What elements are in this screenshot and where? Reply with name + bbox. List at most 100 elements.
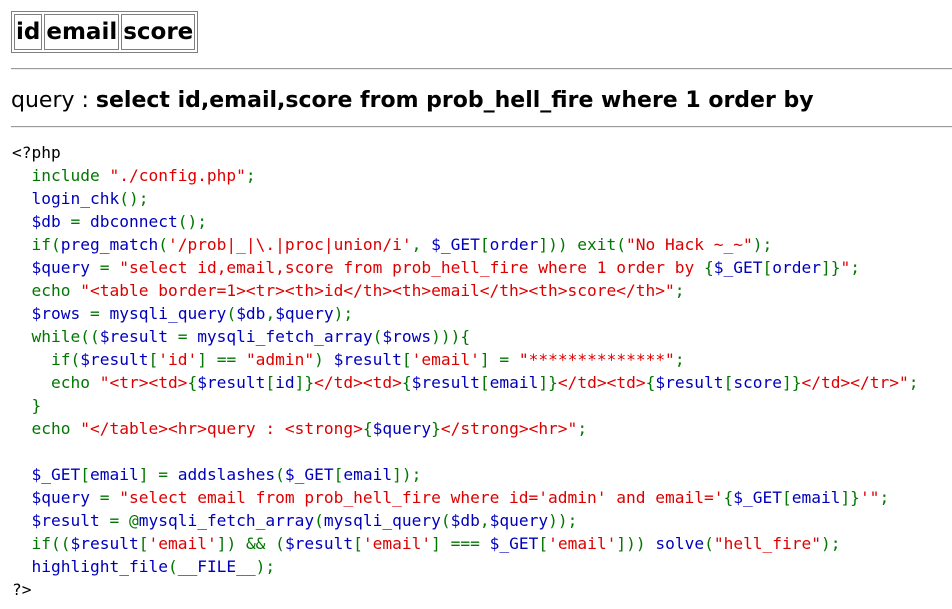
code-token: { xyxy=(645,373,656,392)
code-token: $_GET xyxy=(733,488,782,507)
code-token: $db xyxy=(236,304,266,323)
code-token: ]} xyxy=(840,488,860,507)
code-token: id xyxy=(275,373,295,392)
code-token: "admin" xyxy=(245,350,315,369)
code-token: $_GET xyxy=(31,465,81,484)
code-token: (); xyxy=(119,189,149,208)
code-token: ( xyxy=(158,235,168,254)
code-token: ; xyxy=(879,488,890,507)
code-token: ]} xyxy=(538,373,558,392)
code-token: order xyxy=(772,258,821,277)
code-token: echo xyxy=(12,419,81,438)
code-token: [ xyxy=(80,465,90,484)
code-token: $query xyxy=(372,419,432,438)
code-token: highlight_file xyxy=(31,557,168,576)
code-token: $query xyxy=(31,258,100,277)
code-token: ( xyxy=(440,511,451,530)
code-token: ]} xyxy=(820,258,841,277)
code-token: $db xyxy=(450,511,480,530)
code-line: if(($result['email']) && ($result['email… xyxy=(12,532,919,555)
code-token: { xyxy=(723,488,734,507)
code-line: echo "<tr><td>{$result[id]}</td><td>{$re… xyxy=(12,371,919,394)
code-token: [ xyxy=(538,534,549,553)
code-token: $db xyxy=(31,212,71,231)
code-line: if(preg_match('/prob|_|\.|proc|union/i',… xyxy=(12,233,919,256)
code-token: ; xyxy=(908,373,919,392)
code-token: = xyxy=(99,258,120,277)
code-token: )); xyxy=(548,511,578,530)
code-token: "**************" xyxy=(518,350,675,369)
code-token: $result xyxy=(197,373,266,392)
code-token: [ xyxy=(781,488,792,507)
code-token: [ xyxy=(479,373,490,392)
code-token: ]} xyxy=(294,373,315,392)
code-token: ] == xyxy=(197,350,246,369)
code-token: [ xyxy=(148,350,159,369)
code-line: $_GET[email] = addslashes($_GET[email]); xyxy=(12,463,919,486)
code-token: email xyxy=(343,465,393,484)
code-token: = xyxy=(89,304,110,323)
code-token: , xyxy=(265,304,276,323)
code-token: if( xyxy=(12,235,61,254)
code-token: { xyxy=(187,373,198,392)
code-token: order xyxy=(489,235,539,254)
code-line: ?> xyxy=(12,578,919,601)
code-token: $result xyxy=(80,350,149,369)
code-token: [ xyxy=(723,373,734,392)
code-token: } xyxy=(431,419,441,438)
code-token: solve xyxy=(655,534,705,553)
header-email: email xyxy=(44,14,120,50)
code-line: $db = dbconnect(); xyxy=(12,210,919,233)
code-token: (); xyxy=(177,212,207,231)
code-token: $result xyxy=(99,327,178,346)
code-token: [ xyxy=(353,534,363,553)
code-token: </td><td> xyxy=(557,373,646,392)
code-token: while(( xyxy=(12,327,100,346)
code-token: ); xyxy=(752,235,773,254)
code-token: </td><td> xyxy=(314,373,402,392)
query-text: select id,email,score from prob_hell_fir… xyxy=(95,88,814,113)
code-token: login_chk xyxy=(31,189,120,208)
code-token: </td></tr>" xyxy=(801,373,909,392)
code-token: $result xyxy=(411,373,480,392)
code-token: ); xyxy=(333,304,354,323)
code-token: ( xyxy=(167,557,178,576)
code-line: $result = @mysqli_fetch_array(mysqli_que… xyxy=(12,509,919,532)
code-token: = @ xyxy=(109,511,139,530)
code-token: ] = xyxy=(479,350,519,369)
code-token: ; xyxy=(850,258,860,277)
code-token: echo xyxy=(12,373,100,392)
code-token: ; xyxy=(577,419,588,438)
code-token: email xyxy=(791,488,841,507)
code-token: $_GET xyxy=(489,534,539,553)
code-token: $_GET xyxy=(284,465,334,484)
code-token: dbconnect xyxy=(89,212,178,231)
code-token: addslashes xyxy=(177,465,276,484)
divider-top xyxy=(11,68,952,70)
code-token: score xyxy=(733,373,783,392)
code-token: $rows xyxy=(31,304,90,323)
code-token: ( xyxy=(314,511,324,530)
php-source-code: <?php include "./config.php"; login_chk(… xyxy=(12,141,919,601)
code-token: email xyxy=(489,373,539,392)
code-line: } xyxy=(12,394,919,417)
code-token: [ xyxy=(138,534,149,553)
divider-bottom xyxy=(11,126,952,128)
code-token: ; xyxy=(245,166,256,185)
code-token: "./config.php" xyxy=(109,166,246,185)
code-line: highlight_file(__FILE__); xyxy=(12,555,919,578)
code-token: email xyxy=(89,465,139,484)
table-header-row: id email score xyxy=(14,14,196,50)
code-token: ]); xyxy=(392,465,422,484)
code-token: ( xyxy=(275,465,285,484)
code-line: echo "</table><hr>query : <strong>{$quer… xyxy=(12,417,919,440)
code-token: "select id,email,score from prob_hell_fi… xyxy=(119,258,704,277)
code-token: "<tr><td> xyxy=(99,373,188,392)
code-token: $result xyxy=(31,511,110,530)
code-token: [ xyxy=(333,465,344,484)
code-token: { xyxy=(401,373,412,392)
code-token: ))){ xyxy=(431,327,471,346)
